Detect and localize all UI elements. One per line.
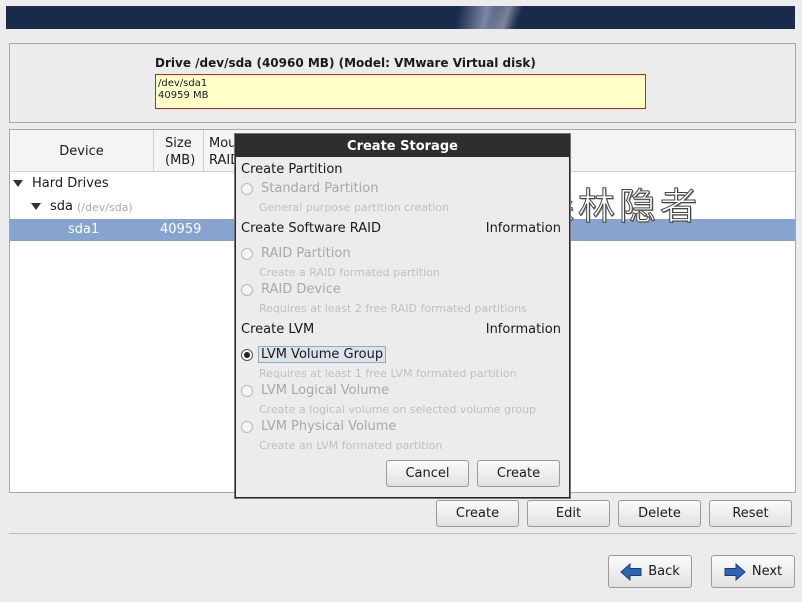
edit-button[interactable]: Edit (527, 500, 610, 527)
tree-row-label: sda (50, 199, 73, 214)
section-create-lvm: Create LVM (241, 322, 315, 337)
option-standard-partition[interactable]: Standard Partition (241, 181, 378, 196)
section-create-partition: Create Partition (241, 162, 343, 177)
option-label: RAID Partition (261, 246, 351, 261)
partition-bar[interactable]: /dev/sda1 40959 MB (155, 74, 646, 109)
tree-row-label: Hard Drives (32, 176, 109, 191)
reset-button[interactable]: Reset (709, 500, 792, 527)
option-label: LVM Volume Group (258, 346, 387, 363)
radio-icon[interactable] (241, 247, 253, 260)
option-description: General purpose partition creation (259, 201, 450, 214)
option-description: Requires at least 2 free RAID formated p… (259, 302, 527, 315)
expander-down-icon[interactable] (13, 180, 23, 187)
column-header-size-line1: Size (165, 136, 192, 151)
delete-button[interactable]: Delete (618, 500, 701, 527)
option-description: Create an LVM formated partition (259, 439, 443, 452)
radio-checked-icon[interactable] (241, 348, 253, 361)
option-lvm-logical-volume[interactable]: LVM Logical Volume (241, 383, 389, 398)
drive-summary: Drive /dev/sda (40960 MB) (Model: VMware… (9, 43, 796, 123)
back-label: Back (648, 564, 680, 579)
option-label: LVM Logical Volume (261, 383, 390, 398)
option-label: LVM Physical Volume (261, 419, 397, 434)
option-lvm-physical-volume[interactable]: LVM Physical Volume (241, 419, 396, 434)
lvm-information-label: Information (485, 322, 561, 337)
option-description: Requires at least 1 free LVM formated pa… (259, 367, 517, 380)
column-header-size[interactable]: Size (MB) (156, 130, 204, 172)
partition-bar-size: 40959 MB (158, 90, 209, 101)
option-lvm-volume-group[interactable]: LVM Volume Group (241, 346, 387, 363)
banner-streak (476, 6, 536, 29)
dialog-body: Create Partition Standard Partition Gene… (236, 157, 569, 497)
back-button[interactable]: Back (608, 555, 692, 588)
cancel-button[interactable]: Cancel (386, 460, 469, 487)
tree-row-label: sda1 (68, 222, 100, 237)
header-banner (6, 6, 795, 29)
option-label: RAID Device (261, 282, 341, 297)
option-label: Standard Partition (261, 181, 379, 196)
radio-icon[interactable] (241, 384, 253, 397)
create-storage-dialog: Create Storage Create Partition Standard… (235, 134, 570, 498)
radio-icon[interactable] (241, 420, 253, 433)
arrow-right-icon (724, 562, 746, 581)
option-raid-device[interactable]: RAID Device (241, 282, 341, 297)
radio-icon[interactable] (241, 283, 253, 296)
footer-separator (9, 533, 796, 534)
tree-row-size: 40959 (160, 222, 202, 237)
expander-down-icon[interactable] (31, 203, 41, 210)
column-header-device[interactable]: Device (10, 130, 154, 172)
partition-bar-name: /dev/sda1 (158, 78, 208, 89)
next-label: Next (751, 564, 783, 579)
option-description: Create a RAID formated partition (259, 266, 440, 279)
drive-title: Drive /dev/sda (40960 MB) (Model: VMware… (155, 56, 536, 70)
section-create-software-raid: Create Software RAID (241, 221, 382, 236)
next-button[interactable]: Next (711, 555, 795, 588)
option-description: Create a logical volume on selected volu… (259, 403, 537, 416)
column-header-size-line2: (MB) (165, 153, 196, 168)
raid-information-label: Information (485, 221, 561, 236)
create-storage-button[interactable]: Create (477, 460, 560, 487)
create-button[interactable]: Create (436, 500, 519, 527)
option-raid-partition[interactable]: RAID Partition (241, 246, 351, 261)
radio-icon[interactable] (241, 182, 253, 195)
tree-row-path: (/dev/sda) (77, 201, 133, 214)
dialog-title: Create Storage (236, 135, 569, 157)
arrow-left-icon (620, 562, 642, 581)
